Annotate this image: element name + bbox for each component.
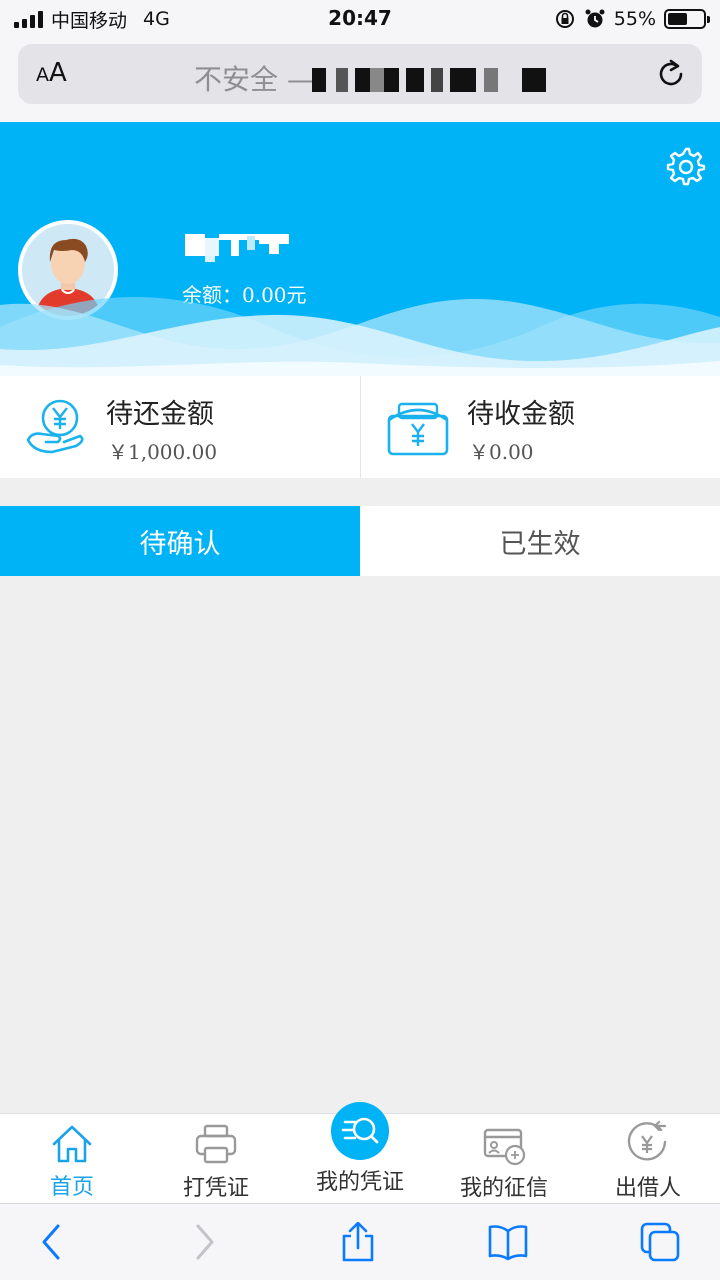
yuan-return-icon xyxy=(627,1120,667,1161)
battery-percent: 55% xyxy=(613,8,656,30)
browser-address-area: AA 不安全 — xyxy=(0,38,720,122)
nav-lender-label: 出借人 xyxy=(614,1176,681,1201)
home-icon xyxy=(52,1125,92,1163)
tabs-icon[interactable] xyxy=(640,1222,680,1262)
wave-decoration xyxy=(0,297,720,377)
envelope-yuan-icon xyxy=(387,402,449,456)
nav-print-voucher[interactable]: 打凭证 xyxy=(144,1114,288,1204)
nav-my-credit-label: 我的征信 xyxy=(459,1176,548,1201)
amount-summary: 待还金额 ￥1,000.00 待收金额 ￥0.00 xyxy=(0,376,720,478)
nav-print-voucher-label: 打凭证 xyxy=(182,1176,249,1201)
browser-toolbar xyxy=(0,1203,720,1280)
pending-receivable-label: 待收金额 xyxy=(467,399,575,430)
pending-repayment-card[interactable]: 待还金额 ￥1,000.00 xyxy=(0,376,360,478)
tab-pending[interactable]: 待确认 xyxy=(0,506,360,576)
battery-icon xyxy=(664,9,710,29)
alarm-icon xyxy=(585,9,605,28)
reload-icon[interactable] xyxy=(654,57,688,91)
nav-lender[interactable]: 出借人 xyxy=(576,1114,720,1204)
back-icon[interactable] xyxy=(32,1222,72,1262)
my-vouchers-bubble xyxy=(331,1102,389,1160)
search-list-icon xyxy=(341,1117,379,1144)
gear-icon[interactable] xyxy=(666,147,706,187)
status-right: 55% xyxy=(554,0,710,38)
credit-card-icon xyxy=(483,1128,526,1166)
pending-repayment-value: ￥1,000.00 xyxy=(108,440,218,464)
status-tabs: 待确认 已生效 xyxy=(0,506,720,576)
tab-effective[interactable]: 已生效 xyxy=(360,506,720,576)
nav-my-vouchers[interactable]: 我的凭证 xyxy=(288,1102,432,1204)
pending-receivable-value: ￥0.00 xyxy=(469,440,534,464)
nav-home-label: 首页 xyxy=(49,1175,94,1200)
bottom-nav: 首页 打凭证 我的凭证 我的征信 出借人 xyxy=(0,1102,720,1204)
printer-icon xyxy=(195,1124,237,1164)
address-bar[interactable]: AA 不安全 — xyxy=(18,44,702,104)
text-size-button[interactable]: AA xyxy=(36,58,67,88)
nav-home[interactable]: 首页 xyxy=(0,1114,144,1204)
nav-my-vouchers-label: 我的凭证 xyxy=(315,1170,404,1195)
forward-icon[interactable] xyxy=(184,1222,224,1262)
username-redacted xyxy=(185,234,289,262)
pending-repayment-label: 待还金额 xyxy=(106,399,214,430)
bookmarks-icon[interactable] xyxy=(488,1222,528,1262)
hand-yuan-icon xyxy=(26,399,84,454)
security-label: 不安全 — xyxy=(194,63,315,96)
page: 中国移动 4G 20:47 55% AA 不安全 — 余额：0.00元 待还金额… xyxy=(0,0,720,1280)
share-icon[interactable] xyxy=(338,1222,378,1262)
nav-my-credit[interactable]: 我的征信 xyxy=(432,1114,576,1204)
pending-receivable-card[interactable]: 待收金额 ￥0.00 xyxy=(360,376,720,478)
status-bar: 中国移动 4G 20:47 55% xyxy=(0,0,720,38)
profile-header: 余额：0.00元 xyxy=(0,122,720,377)
orientation-lock-icon xyxy=(555,10,574,28)
